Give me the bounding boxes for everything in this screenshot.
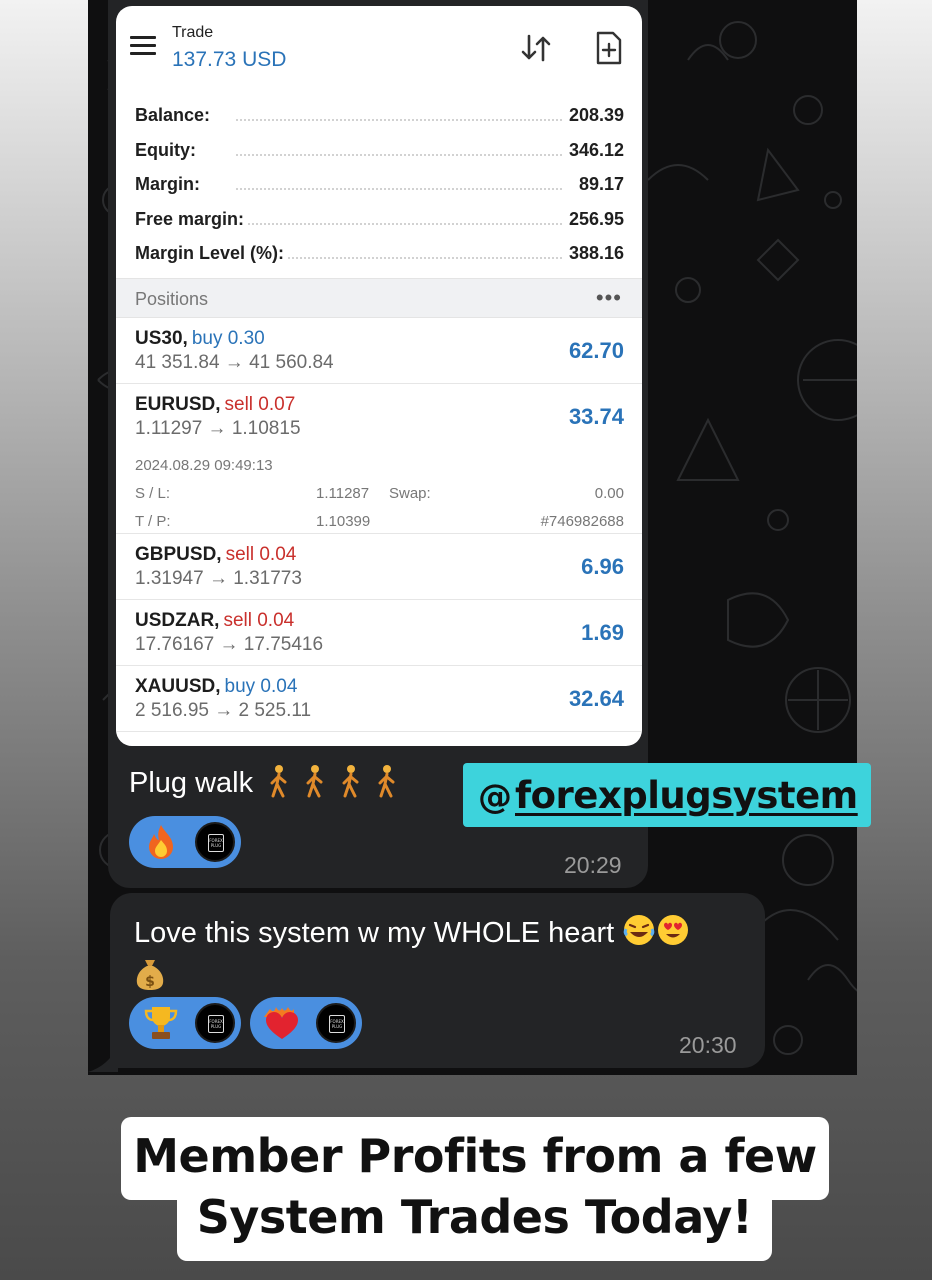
- position-row-expanded[interactable]: EURUSD, sell 0.07 1.11297 → 1.10815 33.74…: [116, 384, 642, 534]
- message-1-text: Plug walk: [129, 764, 405, 800]
- headline-line-2: System Trades Today!: [196, 1190, 753, 1244]
- bubble-tail: [88, 1046, 118, 1072]
- account-value: 256.95: [564, 208, 624, 230]
- trophy-icon: [144, 1007, 178, 1039]
- walking-person-icon: [342, 765, 359, 798]
- positions-header: Positions •••: [116, 278, 642, 318]
- stop-loss-value: 1.11287: [316, 485, 370, 502]
- position-profit: 6.96: [581, 554, 624, 579]
- dotted-leader: [236, 153, 562, 156]
- account-label: Balance:: [135, 105, 215, 126]
- account-value: 346.12: [564, 139, 624, 161]
- fire-icon: [149, 825, 173, 859]
- position-prices: 1.11297 → 1.10815: [135, 418, 301, 439]
- take-profit-value: 1.10399: [316, 513, 371, 530]
- position-row[interactable]: XAUUSD, buy 0.04 2 516.95 → 2 525.11 32.6…: [116, 666, 642, 732]
- reaction-trophy[interactable]: FOREX PLUG: [129, 997, 241, 1049]
- account-label: Margin Level (%):: [135, 243, 289, 264]
- swap-label: Swap:: [389, 485, 431, 502]
- svg-text:@: @: [478, 778, 512, 814]
- account-label: Equity:: [135, 139, 200, 161]
- position-symbol: GBPUSD, sell 0.04: [135, 544, 297, 565]
- headline-line-1: Member Profits from a few: [133, 1129, 817, 1183]
- position-symbol: EURUSD, sell 0.07: [135, 394, 296, 415]
- swap-value: 0.00: [594, 485, 624, 502]
- account-row: Equity: 346.12: [116, 135, 642, 170]
- reaction-heart-on-fire[interactable]: FOREX PLUG: [250, 997, 362, 1049]
- position-row[interactable]: USDZAR, sell 0.04 17.76167 → 17.75416 1.6…: [116, 600, 642, 666]
- account-label: Margin:: [135, 174, 204, 195]
- threads-handle[interactable]: forexplugsystem: [515, 774, 858, 817]
- message-2-text: Love this system w my WHOLE heart $: [134, 913, 690, 1000]
- position-row[interactable]: US30, buy 0.30 41 351.84 → 41 560.84 62.7…: [116, 318, 642, 384]
- account-row: Margin: 89.17: [116, 169, 642, 204]
- position-row[interactable]: GBPUSD, sell 0.04 1.31947 → 1.31773 6.96: [116, 534, 642, 600]
- stop-loss-label: S / L:: [135, 485, 171, 502]
- sort-icon[interactable]: [518, 30, 554, 66]
- reaction-avatar: FOREX PLUG: [195, 1003, 235, 1043]
- trade-screen-screenshot: Trade 137.73 USD Balance: 208.39 Equity: 34…: [116, 6, 642, 746]
- heart-on-fire-icon: [264, 1007, 298, 1039]
- chat-screenshot: Trade 137.73 USD Balance: 208.39 Equity: 34…: [88, 0, 857, 1075]
- position-profit: 62.70: [568, 338, 624, 363]
- position-open-time: 2024.08.29 09:49:13: [135, 457, 273, 474]
- ticket-number: #746982688: [540, 513, 624, 530]
- account-value: 89.17: [574, 174, 624, 195]
- reaction-avatar: FOREX PLUG: [195, 822, 235, 862]
- account-row: Balance: 208.39: [116, 100, 642, 135]
- account-value: 388.16: [564, 243, 624, 264]
- position-profit: 1.69: [581, 620, 624, 645]
- account-label: Free margin:: [135, 208, 249, 230]
- dotted-leader: [236, 222, 562, 225]
- walking-person-icon: [378, 765, 395, 798]
- dotted-leader: [236, 188, 562, 190]
- total-profit: 137.73 USD: [172, 48, 287, 71]
- trade-title: Trade: [172, 24, 214, 41]
- account-row: Free margin: 256.95: [116, 204, 642, 239]
- account-value: 208.39: [564, 105, 624, 126]
- reaction-fire[interactable]: FOREX PLUG: [129, 816, 241, 868]
- reaction-avatar: FOREX PLUG: [316, 1003, 356, 1043]
- position-profit: 33.74: [568, 404, 624, 429]
- position-symbol: XAUUSD, buy 0.04: [135, 676, 298, 697]
- more-icon[interactable]: •••: [596, 285, 622, 311]
- message-1-time: 20:29: [564, 852, 622, 878]
- position-prices: 1.31947 → 1.31773: [135, 568, 302, 589]
- dotted-leader: [236, 119, 562, 121]
- position-prices: 2 516.95 → 2 525.11: [135, 700, 312, 721]
- account-row: Margin Level (%): 388.16: [116, 238, 642, 273]
- trade-header: Trade 137.73 USD: [116, 6, 642, 90]
- headline-line-2-box: System Trades Today!: [177, 1186, 772, 1261]
- message-2-time: 20:30: [679, 1032, 737, 1058]
- walking-person-icon: [270, 765, 287, 798]
- svg-text:$: $: [145, 974, 155, 990]
- positions-title: Positions: [135, 289, 209, 309]
- position-symbol: US30, buy 0.30: [135, 328, 265, 349]
- position-prices: 17.76167 → 17.75416: [135, 634, 324, 655]
- threads-handle-badge: @ forexplugsystem: [463, 763, 871, 827]
- threads-icon: @: [478, 778, 512, 814]
- menu-icon[interactable]: [130, 36, 156, 56]
- position-symbol: USDZAR, sell 0.04: [135, 610, 295, 631]
- heart-eyes-icon: [658, 915, 689, 945]
- laughing-face-icon: [624, 915, 655, 945]
- take-profit-label: T / P:: [135, 513, 171, 530]
- position-profit: 32.64: [568, 686, 624, 711]
- money-bag-icon: $: [136, 960, 164, 990]
- walking-person-icon: [306, 765, 323, 798]
- account-summary: Balance: 208.39 Equity: 346.12 Margin: 89.17 F…: [116, 100, 642, 273]
- new-order-icon[interactable]: [594, 30, 624, 66]
- position-prices: 41 351.84 → 41 560.84: [135, 352, 334, 373]
